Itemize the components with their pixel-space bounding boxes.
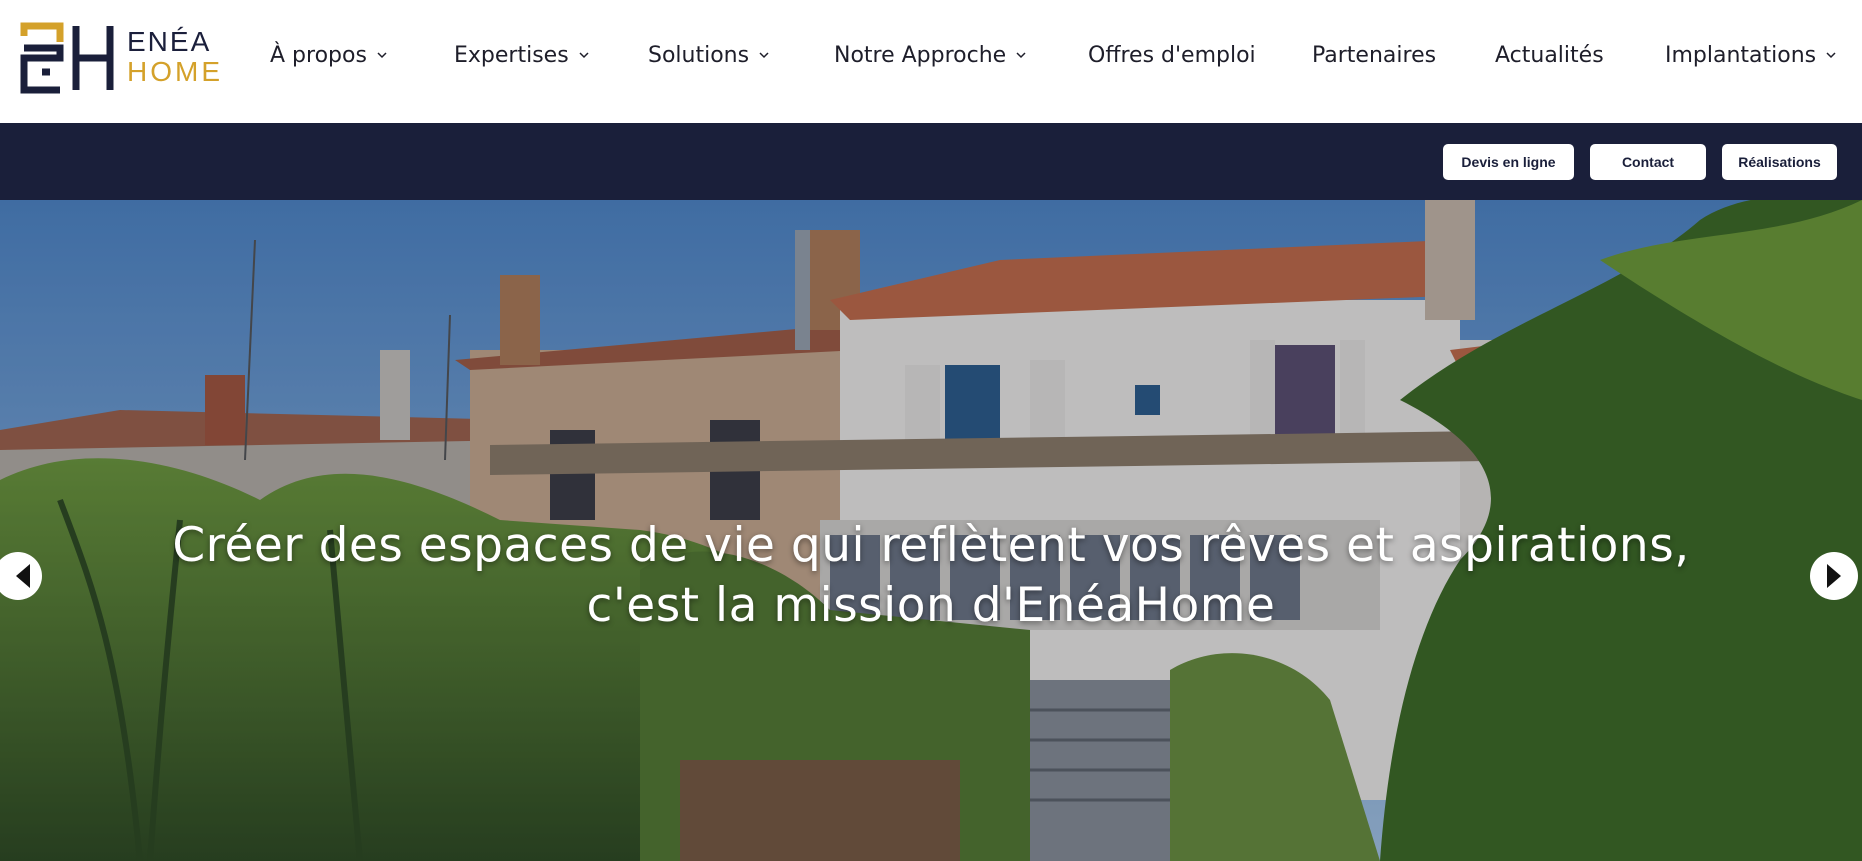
nav-item-notre-approche[interactable]: Notre Approche (834, 40, 1026, 70)
nav-label: Offres d'emploi (1088, 42, 1256, 68)
chevron-down-icon (1826, 50, 1836, 60)
hero-tagline-line2: c'est la mission d'EnéaHome (586, 578, 1276, 633)
chevron-down-icon (377, 50, 387, 60)
slider-next-button[interactable] (1810, 552, 1858, 600)
site-header: ENÉA HOME À propos Expertises Solutions … (0, 0, 1862, 123)
nav-item-expertises[interactable]: Expertises (454, 40, 589, 70)
nav-label: Expertises (454, 42, 569, 68)
realisations-button[interactable]: Réalisations (1722, 144, 1837, 180)
nav-item-implantations[interactable]: Implantations (1665, 40, 1836, 70)
nav-item-partenaires[interactable]: Partenaires (1312, 40, 1436, 70)
nav-label: Actualités (1495, 42, 1604, 68)
hero-slider: Créer des espaces de vie qui reflètent v… (0, 200, 1862, 861)
nav-item-actualites[interactable]: Actualités (1495, 40, 1604, 70)
chevron-down-icon (579, 50, 589, 60)
nav-label: Notre Approche (834, 42, 1007, 68)
chevron-right-icon (1827, 564, 1841, 588)
contact-button[interactable]: Contact (1590, 144, 1706, 180)
nav-item-a-propos[interactable]: À propos (270, 40, 387, 70)
chevron-down-icon (1016, 50, 1026, 60)
chevron-left-icon (16, 564, 30, 588)
nav-item-solutions[interactable]: Solutions (648, 40, 769, 70)
top-action-bar: Devis en ligne Contact Réalisations (0, 123, 1862, 200)
nav-label: Implantations (1665, 42, 1817, 68)
nav-item-offres-emploi[interactable]: Offres d'emploi (1088, 40, 1256, 70)
devis-en-ligne-button[interactable]: Devis en ligne (1443, 144, 1574, 180)
nav-label: Solutions (648, 42, 750, 68)
hero-tagline-line1: Créer des espaces de vie qui reflètent v… (172, 518, 1690, 573)
nav-label: À propos (270, 42, 367, 68)
nav-label: Partenaires (1312, 42, 1437, 68)
main-nav: À propos Expertises Solutions Notre Appr… (0, 0, 1862, 110)
chevron-down-icon (759, 50, 769, 60)
